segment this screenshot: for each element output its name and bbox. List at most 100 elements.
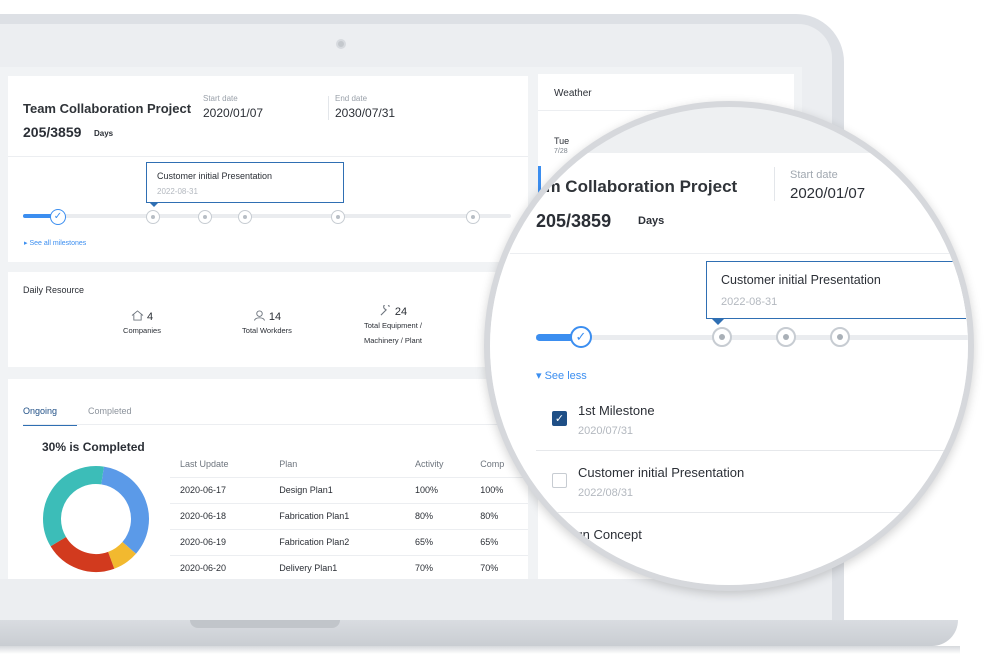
zoomed-start-date-label: Start date xyxy=(790,169,838,181)
donut-segment-1 xyxy=(107,541,137,569)
col-plan: Plan xyxy=(269,451,405,478)
milestone-name: 1st Milestone xyxy=(578,403,655,418)
stat-value: 4 xyxy=(146,311,154,323)
tooltip-date: 2022-08-31 xyxy=(157,187,198,196)
daily-resource-card: Daily Resource 4 Companies 14 Total Work… xyxy=(8,272,528,367)
zoomed-days-label: Days xyxy=(638,215,665,227)
donut-segment-0 xyxy=(100,466,149,554)
magnifier-view: am Collaboration Project Start date 2020… xyxy=(490,107,968,585)
milestone-node[interactable] xyxy=(466,210,480,224)
stat-label: Companies xyxy=(123,326,161,335)
milestone-tooltip: Customer initial Presentation 2022-08-31 xyxy=(146,162,344,207)
milestone-node[interactable] xyxy=(830,327,850,347)
milestone-item[interactable]: Customer initial Presentation 2022/08/31 xyxy=(536,451,968,513)
col-last-update: Last Update xyxy=(170,451,270,478)
completed-percentage: 30% is Completed xyxy=(42,440,145,454)
see-less-link[interactable]: ▾ See less xyxy=(536,369,587,382)
stat-label-2: Machinery / Plant xyxy=(364,336,422,345)
cell: 65% xyxy=(404,529,471,556)
wrench-icon xyxy=(380,305,390,316)
milestone-done-check-icon[interactable]: ✓ xyxy=(570,326,592,348)
col-activity: Activity xyxy=(404,451,471,478)
see-less-label: See less xyxy=(544,370,587,382)
table-header-row: Last Update Plan Activity Comp xyxy=(170,451,528,478)
stat-workers: 14 Total Workders xyxy=(230,310,304,338)
resource-title: Daily Resource xyxy=(23,285,85,295)
milestone-date: 2020/07/31 xyxy=(578,425,634,437)
zoomed-milestone-tooltip: Customer initial Presentation 2022-08-31 xyxy=(706,261,966,325)
cell: 100% xyxy=(404,477,471,504)
stat-label: Total Workders xyxy=(242,326,292,335)
donut-segment-2 xyxy=(50,536,115,572)
cell: 2020-06-20 xyxy=(170,555,270,579)
tooltip-title: Customer initial Presentation xyxy=(157,171,273,181)
milestone-done-check-icon[interactable]: ✓ xyxy=(50,209,66,225)
divider xyxy=(510,253,968,254)
stat-value: 14 xyxy=(268,311,282,323)
camera-icon xyxy=(336,39,346,49)
milestone-item[interactable]: ✓ 1st Milestone 2020/07/31 xyxy=(536,389,968,451)
cell: Design Plan1 xyxy=(269,477,405,504)
end-date-label: End date xyxy=(335,94,368,103)
table-row[interactable]: 2020-06-17 Design Plan1 100% 100% xyxy=(170,477,528,504)
table-row[interactable]: 2020-06-18 Fabrication Plan1 80% 80% xyxy=(170,503,528,530)
donut-segment-3 xyxy=(43,466,104,547)
cell: Delivery Plan1 xyxy=(269,555,405,579)
table-row[interactable]: 2020-06-19 Fabrication Plan2 65% 65% xyxy=(170,529,528,556)
milestone-node[interactable] xyxy=(331,210,345,224)
person-icon xyxy=(253,310,265,321)
milestone-node[interactable] xyxy=(146,210,160,224)
completion-donut-chart xyxy=(43,466,149,572)
cell: Fabrication Plan1 xyxy=(269,503,405,530)
cell: Fabrication Plan2 xyxy=(269,529,405,556)
caret-right-icon: ▸ xyxy=(24,240,28,247)
cell: 80% xyxy=(404,503,471,530)
laptop-notch xyxy=(190,620,340,628)
stat-value: 24 xyxy=(394,306,408,318)
magnifier-lens: am Collaboration Project Start date 2020… xyxy=(484,101,974,591)
zoomed-start-date-value: 2020/01/07 xyxy=(790,185,866,202)
cell: 70% xyxy=(404,555,471,579)
weather-day: Tue xyxy=(554,136,570,146)
cell: 2020-06-19 xyxy=(170,529,270,556)
see-all-milestones-link[interactable]: ▸ See all milestones xyxy=(24,239,86,247)
project-title: Team Collaboration Project xyxy=(23,101,192,116)
milestone-node[interactable] xyxy=(776,327,796,347)
progress-card: Ongoing Completed 30% is Completed Last … xyxy=(8,379,528,579)
tooltip-title: Customer initial Presentation xyxy=(721,273,881,287)
milestone-date: 2022/08/31 xyxy=(578,487,634,499)
tooltip-date: 2022-08-31 xyxy=(721,296,778,308)
laptop-base xyxy=(0,620,958,646)
checkbox[interactable] xyxy=(552,473,567,488)
end-date-value: 2030/07/31 xyxy=(335,106,396,120)
divider xyxy=(774,167,775,201)
cell: 2020-06-18 xyxy=(170,503,270,530)
milestone-name: Customer initial Presentation xyxy=(578,465,745,480)
table-row[interactable]: 2020-06-20 Delivery Plan1 70% 70% xyxy=(170,555,528,579)
progress-table: Last Update Plan Activity Comp 2020-06-1… xyxy=(170,451,528,579)
house-icon xyxy=(131,310,144,321)
checkbox-checked[interactable]: ✓ xyxy=(552,411,567,426)
zoomed-project-card: am Collaboration Project Start date 2020… xyxy=(490,153,968,585)
tab-ongoing[interactable]: Ongoing xyxy=(23,406,77,426)
zoomed-project-title: am Collaboration Project xyxy=(536,177,738,196)
milestone-node[interactable] xyxy=(712,327,732,347)
laptop-shadow xyxy=(0,646,960,654)
zoomed-milestone-track xyxy=(536,335,968,340)
milestone-item[interactable]: sign Concept xyxy=(536,513,968,575)
stat-label: Total Equipment / xyxy=(364,321,422,330)
milestone-node[interactable] xyxy=(198,210,212,224)
zoomed-days: 205/3859 xyxy=(536,211,612,231)
milestone-name: sign Concept xyxy=(566,527,642,542)
weather-title: Weather xyxy=(554,88,592,99)
tab-completed[interactable]: Completed xyxy=(88,406,132,416)
milestone-track xyxy=(23,214,511,218)
tab-divider xyxy=(23,424,528,425)
project-days-label: Days xyxy=(94,129,114,138)
see-all-label: See all milestones xyxy=(29,240,87,247)
start-date-label: Start date xyxy=(203,94,238,103)
project-card: Team Collaboration Project 205/3859 Days… xyxy=(8,76,528,262)
start-date-value: 2020/01/07 xyxy=(203,106,264,120)
divider xyxy=(8,156,528,157)
milestone-node[interactable] xyxy=(238,210,252,224)
